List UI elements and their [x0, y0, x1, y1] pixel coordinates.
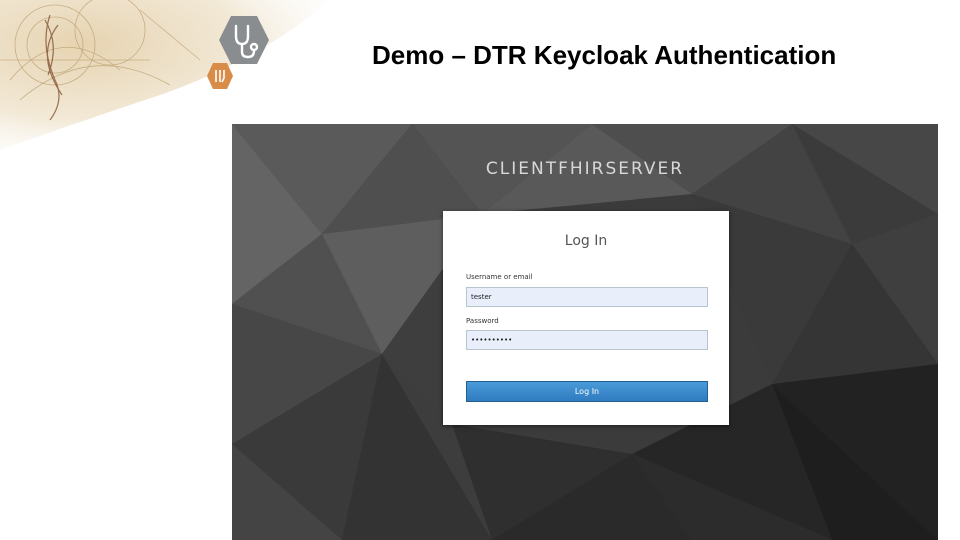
- keycloak-login-screenshot: CLIENTFHIRSERVER Log In Username or emai…: [232, 124, 938, 540]
- password-input[interactable]: [466, 330, 708, 350]
- username-input[interactable]: [466, 287, 708, 307]
- stethoscope-icon: [219, 16, 269, 64]
- slide-title: Demo – DTR Keycloak Authentication: [372, 40, 837, 70]
- login-button[interactable]: Log In: [466, 381, 708, 402]
- pen-icon: [207, 63, 233, 89]
- login-title: Log In: [564, 233, 608, 249]
- login-card: Log In Username or email Password Log In: [443, 211, 729, 425]
- realm-name: CLIENTFHIRSERVER: [485, 159, 685, 179]
- username-label: Username or email: [466, 273, 533, 281]
- password-label: Password: [466, 317, 499, 325]
